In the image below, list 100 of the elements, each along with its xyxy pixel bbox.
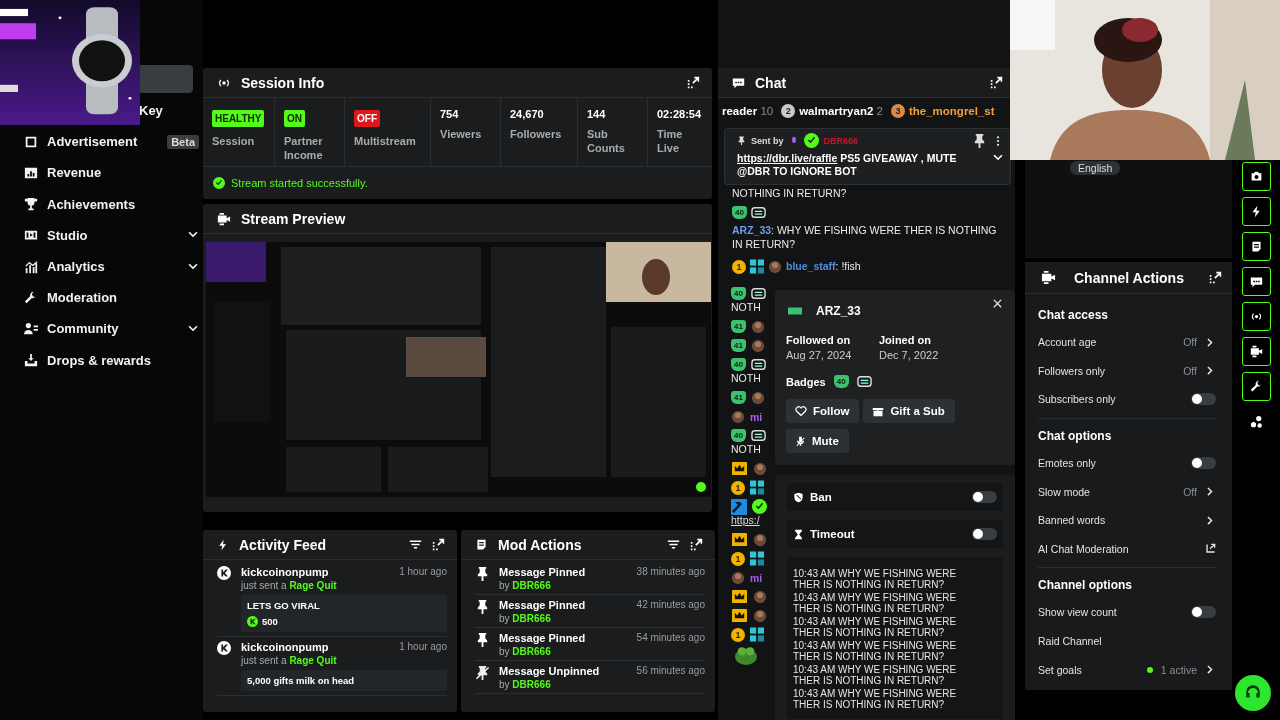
toggle-switch[interactable] [1191,393,1216,406]
sidebar-item[interactable]: Analytics [24,250,199,283]
sidebar-tool-button[interactable] [1242,162,1271,191]
log-entry: 10:43 AM WHY WE FISHING WERE THER IS NOTHING IN RETURN? [793,617,958,639]
sidebar-tool-button[interactable] [1242,372,1271,401]
sticker-badge-icon [750,286,766,302]
pin-icon [475,566,490,581]
sidebar-item[interactable]: Moderation [24,282,199,314]
avatar-icon [731,409,745,424]
setting-row[interactable]: Slow mode Off [1038,477,1216,506]
toggle-switch[interactable] [972,528,997,541]
sidebar-item[interactable]: Key [139,95,199,127]
stat-value: 24,670 [510,108,545,120]
status-pill: HEALTHY [212,110,265,127]
follow-button[interactable]: Follow [786,399,860,424]
coin-icon [247,616,258,627]
camera-icon [1250,170,1263,183]
sidebar-tool-button[interactable] [1242,232,1271,261]
action-title: Message Pinned [499,566,587,578]
sticker-badge-icon [856,374,872,390]
sidebar-item[interactable]: Studio [24,219,199,251]
sticker-badge-icon [750,357,766,373]
link[interactable]: https:/ [731,514,760,527]
crown-icon [731,589,748,605]
username-link[interactable]: blue_staff [786,259,836,272]
pin-icon [972,133,987,148]
sidebar-tool-button[interactable] [1242,337,1271,366]
panel-title: Session Info [241,74,326,91]
timestamp: 38 minutes ago [636,566,705,579]
setting-row[interactable]: AI Chat Moderation [1038,534,1216,564]
sidebar-item[interactable]: Community [24,313,199,345]
rank-medal: 2 [781,104,796,118]
video-camera-icon [1041,270,1056,285]
activity-text: just sent a Rage Quit [241,580,338,591]
moderator-text: by DBR666 [499,679,552,690]
language-tag: English [1070,161,1121,175]
pin-icon [475,632,490,647]
panel-title: Chat [755,74,788,91]
stat-label: Partner Income [284,134,324,163]
sidebar-tool-button[interactable] [1242,197,1271,226]
setting-label: Emotes only [1038,457,1097,470]
message-text: LETS GO VIRAL [247,600,321,611]
sidebar-item[interactable]: Achievements [24,188,199,220]
toggle-switch[interactable] [972,491,997,504]
sub-badge: 41 [731,339,746,353]
chat-message: ARZ_33: WHY WE FISHING WERE THER IS NOTHING IN RETURN? [732,223,998,252]
gift-icon [872,405,885,418]
chevron-right-icon [1205,336,1216,348]
section-heading: Channel options [1038,567,1216,599]
avatar-icon [753,589,767,604]
badges-label: Badges [786,375,826,388]
pin-icon [475,599,490,614]
chevron-right-icon [1205,514,1216,526]
chat-bubble-icon [1250,275,1263,288]
sidebar-item[interactable]: Revenue [24,157,199,189]
stat-value: 754 [440,108,460,120]
mute-button[interactable]: Mute [786,429,849,454]
sidebar-tool-button[interactable] [1242,267,1271,296]
chat-bubble-icon [732,76,745,89]
avatar-icon [731,570,745,585]
stat-value: 02:28:54 [657,108,703,120]
setting-row[interactable]: Set goals 1 active [1038,655,1216,684]
rank-medal: 3 [890,104,905,118]
setting-row[interactable]: Account age Off [1038,328,1216,357]
followed-label: Followed on [786,334,852,347]
pinned-text: https://dbr.live/raffle PS5 GIVEAWAY , MUTE @DBR TO IGNORE BOT [737,152,958,179]
username: kickcoinonpump [241,641,330,653]
log-entry: 10:43 AM WHY WE FISHING WERE THER IS NOTHING IN RETURN? [793,593,958,615]
popout-icon [990,76,1003,89]
amount: 500 [262,616,278,627]
gift-button[interactable]: Gift a Sub [863,399,955,424]
count: 2 [876,105,883,117]
hourglass-icon [793,528,804,540]
setting-row[interactable]: Followers only Off [1038,356,1216,386]
sidebar-item[interactable]: Advertisement Beta [24,126,199,158]
unpin-icon [475,665,490,680]
chevron-right-icon [1205,486,1216,498]
moderator-text: by DBR666 [499,613,552,624]
stat-label: Viewers [440,127,483,142]
help-button[interactable] [1235,675,1271,711]
close-button[interactable] [992,298,1003,310]
log-entry: 10:43 AM WHY WE FISHING WERE THER IS NOTHING IN RETURN? [793,641,958,663]
filter-icon [409,538,422,551]
sub-badge: 41 [731,320,746,334]
timestamp: 42 minutes ago [636,599,705,612]
raffle-link[interactable]: https://dbr.live/raffle [737,152,838,164]
action-title: Message Unpinned [499,665,601,677]
timestamp: 54 minutes ago [636,632,705,645]
toggle-switch[interactable] [1191,606,1216,619]
toggle-switch[interactable] [1191,457,1216,470]
sub-badge: 41 [731,391,746,405]
analytics-icon [24,259,38,274]
sidebar-item[interactable]: Drops & rewards [24,344,199,376]
wrench-icon [1250,380,1263,393]
sidebar-tool-button[interactable] [1242,302,1271,331]
setting-row[interactable]: Raid Channel [1038,626,1216,656]
chevron-right-icon [1205,664,1216,676]
setting-row[interactable]: Banned words [1038,505,1216,535]
sticker-badge-icon [750,428,766,444]
status-message: Stream started successfully. [231,177,368,189]
